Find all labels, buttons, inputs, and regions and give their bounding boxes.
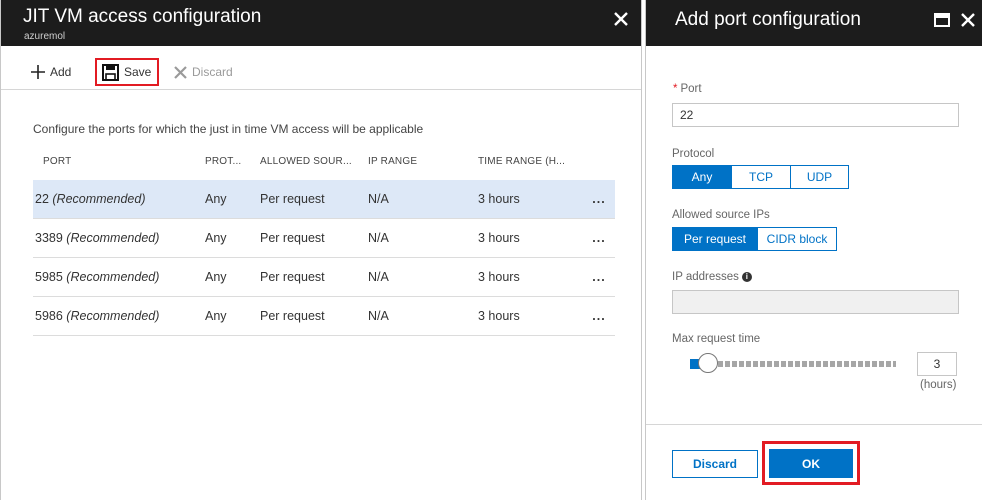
table-row[interactable]: 22 (Recommended) Any Per request N/A 3 h…: [33, 180, 615, 219]
toolbar: Add Save Discard: [1, 46, 641, 90]
ip-addresses-input[interactable]: [672, 290, 959, 314]
port-note: (Recommended): [66, 231, 160, 245]
port-note: (Recommended): [66, 309, 160, 323]
ip-range-cell: N/A: [368, 192, 389, 206]
discard-label: Discard: [192, 65, 233, 79]
col-ip-range[interactable]: IP RANGE: [368, 156, 478, 167]
port-cell: 22 (Recommended): [33, 192, 205, 206]
col-port[interactable]: PORT: [33, 156, 205, 167]
ip-range-cell: N/A: [368, 231, 389, 245]
port-cell: 5986 (Recommended): [33, 309, 205, 323]
save-icon: [102, 63, 119, 81]
port-cell: 5985 (Recommended): [33, 270, 205, 284]
allowed-source-label: Allowed source IPs: [672, 209, 770, 221]
ok-button[interactable]: OK: [769, 449, 853, 478]
more-options-button[interactable]: ...: [583, 231, 615, 245]
col-time-range[interactable]: TIME RANGE (H...: [478, 156, 583, 167]
ports-table: PORT PROT... ALLOWED SOUR... IP RANGE TI…: [33, 143, 615, 336]
save-label: Save: [124, 65, 152, 79]
allowed-source-cell: Per request: [260, 192, 325, 206]
port-label-text: Port: [680, 83, 702, 95]
protocol-option-udp[interactable]: UDP: [790, 165, 849, 189]
port-number: 3389: [35, 231, 63, 245]
port-number: 5986: [35, 309, 63, 323]
port-number: 22: [35, 192, 49, 206]
ip-range-cell: N/A: [368, 270, 389, 284]
close-icon[interactable]: [611, 9, 631, 29]
save-button[interactable]: Save: [95, 58, 159, 86]
port-label: * Port: [673, 83, 702, 95]
maximize-icon[interactable]: [934, 13, 950, 27]
discard-toolbar-button[interactable]: Discard: [174, 62, 233, 82]
ip-addresses-label: IP addresses i: [672, 271, 752, 283]
add-label: Add: [50, 65, 72, 79]
time-range-cell: 3 hours: [478, 231, 520, 245]
time-range-cell: 3 hours: [478, 309, 520, 323]
allowed-source-cell: Per request: [260, 309, 325, 323]
table-header: PORT PROT... ALLOWED SOUR... IP RANGE TI…: [33, 143, 615, 180]
max-request-time-label: Max request time: [672, 333, 761, 345]
protocol-cell: Any: [205, 270, 227, 284]
blade-title: JIT VM access configuration: [23, 6, 262, 27]
allowed-source-selector: Per request CIDR block: [672, 227, 837, 251]
source-option-per-request[interactable]: Per request: [672, 227, 758, 251]
protocol-cell: Any: [205, 231, 227, 245]
ports-description: Configure the ports for which the just i…: [33, 122, 424, 136]
col-allowed-source[interactable]: ALLOWED SOUR...: [260, 156, 368, 167]
more-options-button[interactable]: ...: [583, 270, 615, 284]
more-options-button[interactable]: ...: [583, 192, 615, 206]
discard-x-icon: [174, 65, 187, 79]
protocol-cell: Any: [205, 192, 227, 206]
footer-divider: [646, 424, 982, 425]
add-button[interactable]: Add: [31, 62, 71, 82]
source-option-cidr-block[interactable]: CIDR block: [757, 227, 837, 251]
discard-button[interactable]: Discard: [672, 450, 758, 478]
table-row[interactable]: 5986 (Recommended) Any Per request N/A 3…: [33, 297, 615, 336]
plus-icon: [31, 65, 45, 79]
required-marker: *: [673, 83, 678, 95]
time-range-cell: 3 hours: [478, 192, 520, 206]
protocol-label: Protocol: [672, 148, 715, 160]
protocol-option-tcp[interactable]: TCP: [731, 165, 791, 189]
slider-track[interactable]: [690, 361, 896, 367]
table-row[interactable]: 5985 (Recommended) Any Per request N/A 3…: [33, 258, 615, 297]
blade-header: JIT VM access configuration azuremol: [1, 0, 641, 46]
protocol-option-any[interactable]: Any: [672, 165, 732, 189]
col-protocol[interactable]: PROT...: [205, 156, 260, 167]
more-options-button[interactable]: ...: [583, 309, 615, 323]
hours-unit-label: (hours): [920, 379, 957, 391]
blade-header: Add port configuration: [646, 0, 982, 46]
port-number: 5985: [35, 270, 63, 284]
port-note: (Recommended): [66, 270, 160, 284]
allowed-source-cell: Per request: [260, 231, 325, 245]
info-icon[interactable]: i: [741, 272, 752, 282]
close-icon[interactable]: [959, 11, 977, 29]
blade-title: Add port configuration: [675, 9, 861, 30]
port-cell: 3389 (Recommended): [33, 231, 205, 245]
protocol-selector: Any TCP UDP: [672, 165, 849, 189]
port-note: (Recommended): [52, 192, 146, 206]
time-range-cell: 3 hours: [478, 270, 520, 284]
ip-range-cell: N/A: [368, 309, 389, 323]
allowed-source-cell: Per request: [260, 270, 325, 284]
max-request-time-input[interactable]: 3: [917, 352, 957, 376]
blade-subtitle: azuremol: [24, 31, 66, 42]
port-input[interactable]: 22: [672, 103, 959, 127]
table-row[interactable]: 3389 (Recommended) Any Per request N/A 3…: [33, 219, 615, 258]
protocol-cell: Any: [205, 309, 227, 323]
ip-addresses-label-text: IP addresses: [672, 271, 739, 283]
slider-thumb[interactable]: [698, 353, 718, 373]
